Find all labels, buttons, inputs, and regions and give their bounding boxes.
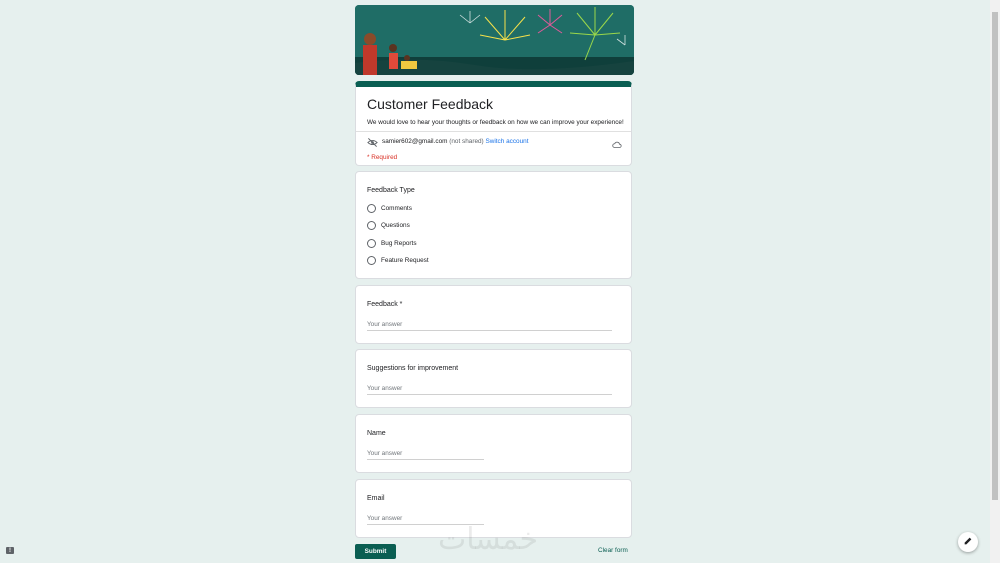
submit-button[interactable]: Submit <box>355 544 396 559</box>
radio-button[interactable] <box>367 204 376 213</box>
email-label: Email <box>367 495 385 502</box>
radio-button[interactable] <box>367 221 376 230</box>
account-line: samier602@gmail.com (not shared) Switch … <box>382 138 528 145</box>
option-bug-reports[interactable]: Bug Reports <box>367 239 417 248</box>
required-note: * Required <box>367 154 398 161</box>
name-card: Name Your answer <box>355 414 632 473</box>
suggestions-input[interactable]: Your answer <box>367 385 612 395</box>
radio-button[interactable] <box>367 256 376 265</box>
not-shared-eye-icon <box>367 135 378 147</box>
option-label: Bug Reports <box>381 240 417 247</box>
header-banner-image <box>355 5 634 75</box>
option-label: Questions <box>381 222 410 229</box>
edit-pencil-button[interactable] <box>958 532 978 552</box>
feedback-type-card: Feedback Type Comments Questions Bug Rep… <box>355 171 632 279</box>
option-label: Feature Request <box>381 257 429 264</box>
clear-form-button[interactable]: Clear form <box>598 547 628 554</box>
account-email: samier602@gmail.com <box>382 138 448 145</box>
report-abuse-icon[interactable]: ! <box>6 547 14 554</box>
name-input[interactable]: Your answer <box>367 450 484 460</box>
radio-button[interactable] <box>367 239 376 248</box>
page-scrollbar[interactable] <box>990 0 1000 563</box>
option-feature-request[interactable]: Feature Request <box>367 256 429 265</box>
pencil-icon <box>963 533 973 551</box>
watermark: خمسات <box>438 522 539 557</box>
scrollbar-thumb[interactable] <box>992 12 998 500</box>
header-divider <box>356 131 631 132</box>
feedback-card: Feedback * Your answer <box>355 285 632 344</box>
feedback-label: Feedback * <box>367 301 403 308</box>
option-comments[interactable]: Comments <box>367 204 412 213</box>
suggestions-label: Suggestions for improvement <box>367 365 459 372</box>
form-header-card: Customer Feedback We would love to hear … <box>355 81 632 166</box>
suggestions-card: Suggestions for improvement Your answer <box>355 349 632 408</box>
feedback-type-label: Feedback Type <box>367 187 415 194</box>
option-label: Comments <box>381 205 412 212</box>
switch-account-link[interactable]: Switch account <box>485 138 528 145</box>
name-label: Name <box>367 430 386 437</box>
feedback-input[interactable]: Your answer <box>367 321 612 331</box>
option-questions[interactable]: Questions <box>367 221 410 230</box>
not-shared-label: (not shared) <box>449 138 484 145</box>
form-title: Customer Feedback <box>367 96 494 112</box>
form-description: We would love to hear your thoughts or f… <box>367 119 624 126</box>
cloud-save-icon <box>612 137 622 148</box>
